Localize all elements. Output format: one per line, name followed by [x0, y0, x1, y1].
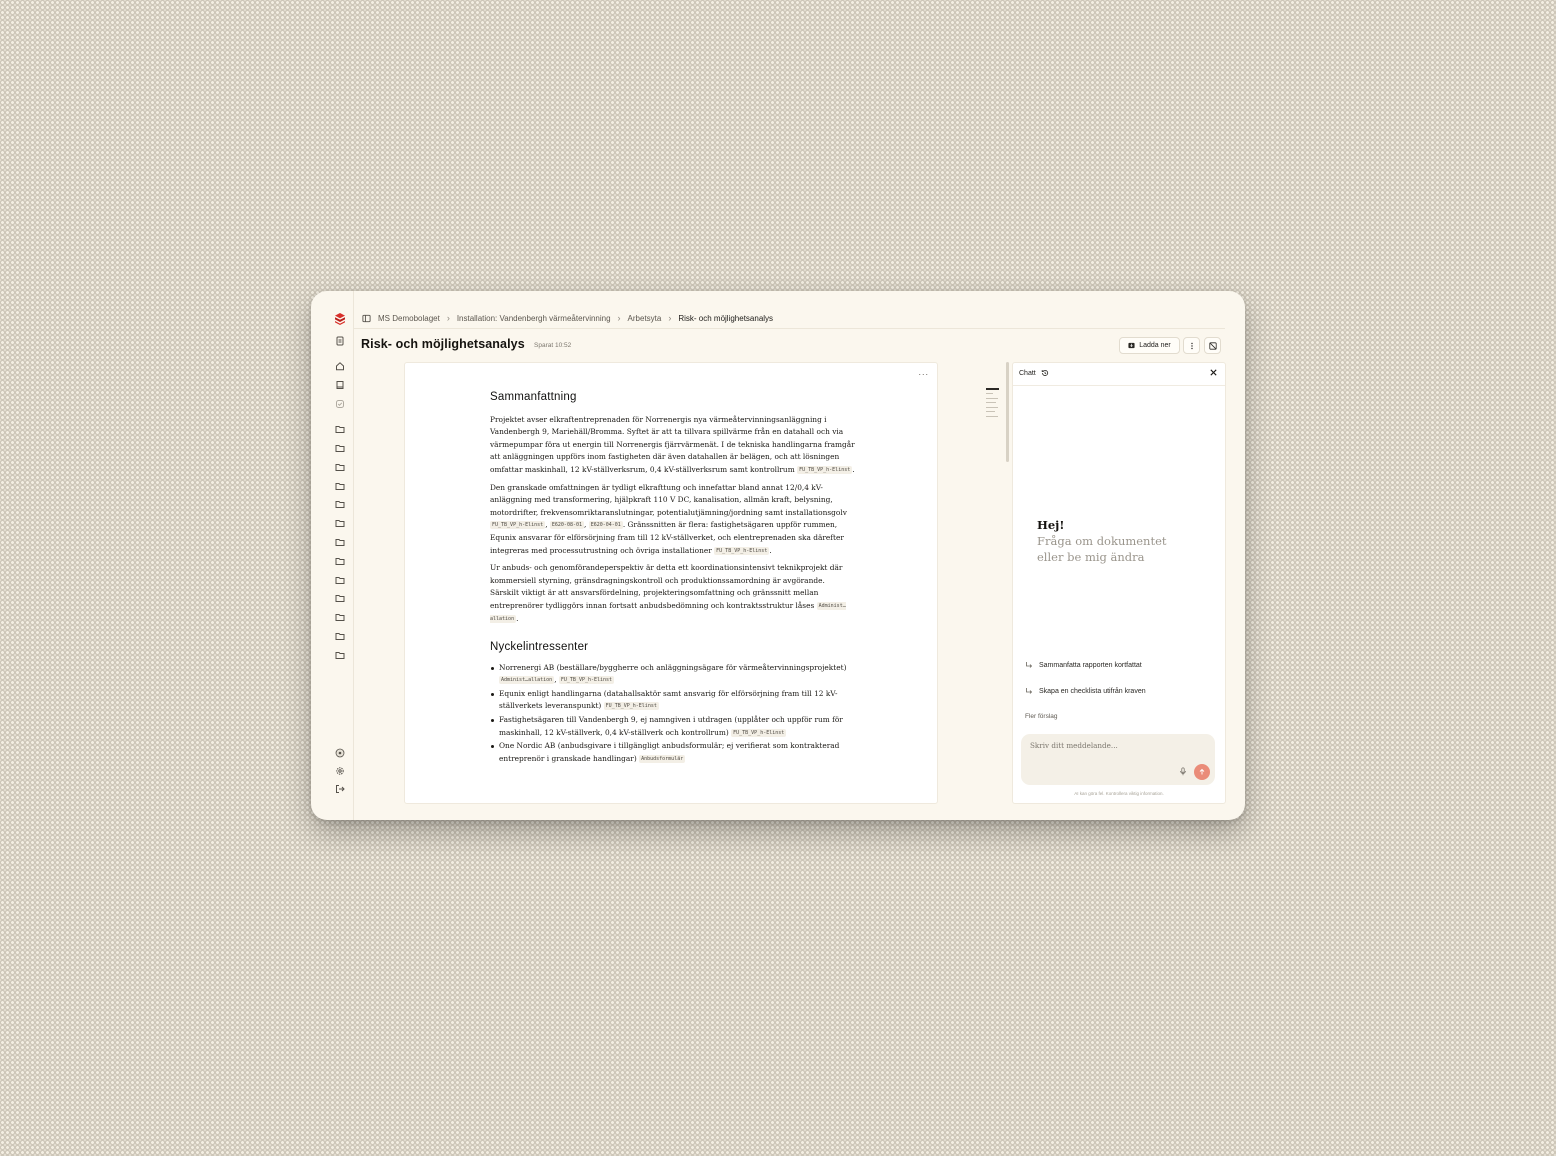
reference-chip[interactable]: Anbudsformulär — [639, 754, 686, 763]
breadcrumb-item[interactable]: Arbetsyta — [628, 314, 662, 323]
folder-icon[interactable] — [334, 611, 346, 623]
logout-icon[interactable] — [334, 783, 346, 795]
folder-icon[interactable] — [334, 517, 346, 529]
panel-hide-icon — [1208, 341, 1217, 350]
folder-icon[interactable] — [334, 630, 346, 642]
folder-icon[interactable] — [334, 461, 346, 473]
document-icon[interactable] — [334, 335, 346, 347]
list-item: Fastighetsägaren till Vandenbergh 9, ej … — [491, 714, 855, 739]
home-icon[interactable] — [334, 360, 346, 372]
list-item: Equnix enligt handlingarna (datahallsakt… — [491, 688, 855, 713]
close-icon[interactable] — [1209, 368, 1218, 377]
gear-icon[interactable] — [334, 765, 346, 777]
folder-icon[interactable] — [334, 480, 346, 492]
scrollbar[interactable] — [1006, 362, 1009, 462]
document-outline-minimap[interactable] — [986, 388, 1000, 420]
send-button[interactable] — [1194, 764, 1210, 780]
suggestion-label: Sammanfatta rapporten kortfattat — [1039, 661, 1142, 669]
folder-icon[interactable] — [334, 649, 346, 661]
header-divider — [353, 328, 1225, 329]
reply-arrow-icon — [1026, 688, 1033, 694]
folder-icon[interactable] — [334, 423, 346, 435]
reference-chip[interactable]: FU_TB_VP_h-Elinst — [558, 676, 615, 685]
chat-header: Chatt — [1019, 369, 1049, 377]
reference-chip[interactable]: FU_TB_VP_h-Elinst — [603, 702, 659, 711]
folder-icon[interactable] — [334, 592, 346, 604]
download-button[interactable]: Ladda ner — [1119, 337, 1180, 354]
breadcrumb-current: Risk- och möjlighetsanalys — [678, 313, 774, 323]
save-status: Sparat 10:52 — [534, 342, 572, 349]
greeting-title: Hej! — [1037, 518, 1065, 532]
folder-icon[interactable] — [334, 536, 346, 548]
help-icon[interactable] — [334, 747, 346, 759]
folder-icon[interactable] — [334, 442, 346, 454]
suggestion-label: Skapa en checklista utifrån kraven — [1039, 687, 1146, 695]
download-icon — [1128, 342, 1135, 349]
brand-logo-icon[interactable] — [335, 313, 345, 325]
folder-icon[interactable] — [334, 555, 346, 567]
ai-disclaimer: AI kan göra fel. Kontrollera viktig info… — [1074, 791, 1164, 796]
suggestion-item[interactable]: Skapa en checklista utifrån kraven — [1025, 687, 1146, 695]
section-heading: Nyckelintressenter — [490, 641, 589, 654]
paragraph: Ur anbuds- och genomförandeperspektiv är… — [490, 563, 846, 623]
greeting-subtitle: eller be mig ändra — [1037, 550, 1145, 564]
document-menu-button[interactable]: ... — [918, 367, 929, 377]
suggestion-item[interactable]: Sammanfatta rapporten kortfattat — [1025, 661, 1142, 669]
chat-header-divider — [1013, 385, 1225, 386]
document-content[interactable]: Sammanfattning Projektet avser elkraften… — [490, 391, 855, 766]
download-label: Ladda ner — [1139, 342, 1171, 349]
more-vertical-icon — [1190, 342, 1193, 349]
reference-chip[interactable]: FU_TB_VP_h-Elinst — [490, 521, 546, 530]
chevron-right-icon: › — [446, 313, 450, 323]
stakeholder-list: Norrenergi AB (beställare/byggherre och … — [490, 662, 855, 766]
folder-icon[interactable] — [334, 574, 346, 586]
paragraph: Den granskade omfattningen är tydligt el… — [490, 482, 847, 555]
history-icon[interactable] — [1041, 369, 1049, 377]
book-icon[interactable] — [334, 379, 346, 391]
more-options-button[interactable] — [1183, 337, 1200, 354]
reply-arrow-icon — [1026, 662, 1033, 668]
arrow-up-icon — [1199, 768, 1205, 775]
more-suggestions-link[interactable]: Fler förslag — [1025, 713, 1058, 720]
app-window: MS Demobolaget › Installation: Vandenber… — [311, 291, 1245, 820]
reference-chip[interactable]: FU_TB_VP_h-Elinst — [731, 728, 787, 737]
chevron-right-icon: › — [668, 313, 672, 323]
checklist-icon[interactable] — [334, 398, 346, 410]
reference-chip[interactable]: FU_TB_VP_h-Elinst — [797, 465, 853, 474]
breadcrumb: MS Demobolaget › Installation: Vandenber… — [362, 311, 773, 325]
chat-title: Chatt — [1019, 369, 1036, 377]
chat-input-box[interactable]: Skriv ditt meddelande... — [1021, 734, 1215, 785]
sidebar-rail — [311, 291, 354, 820]
greeting-subtitle: Fråga om dokumentet — [1037, 534, 1167, 548]
microphone-icon[interactable] — [1179, 767, 1187, 776]
chat-greeting: Hej! Fråga om dokumentet eller be mig än… — [1037, 517, 1167, 565]
breadcrumb-item[interactable]: Installation: Vandenbergh värmeåtervinni… — [457, 314, 611, 323]
page-title: Risk- och möjlighetsanalys — [361, 337, 525, 351]
paragraph: Projektet avser elkraftentreprenaden för… — [490, 414, 855, 474]
reference-chip[interactable]: Administ…allation — [499, 676, 555, 685]
chevron-right-icon: › — [617, 313, 621, 323]
breadcrumb-item[interactable]: MS Demobolaget — [378, 314, 440, 323]
chat-input-placeholder[interactable]: Skriv ditt meddelande... — [1030, 741, 1118, 750]
reference-chip[interactable]: E620-08-01 — [549, 521, 584, 530]
reference-chip[interactable]: FU_TB_VP_h-Elinst — [714, 546, 770, 555]
document-editor[interactable]: ... Sammanfattning Projektet avser elkra… — [404, 362, 938, 804]
section-heading: Sammanfattning — [490, 391, 577, 403]
sidebar-toggle-icon[interactable] — [362, 314, 371, 323]
list-item: Norrenergi AB (beställare/byggherre och … — [491, 662, 855, 687]
reference-chip[interactable]: E620-04-01 — [588, 521, 623, 530]
toggle-chat-panel-button[interactable] — [1204, 337, 1221, 354]
list-item: One Nordic AB (anbudsgivare i tillgängli… — [491, 740, 855, 765]
folder-icon[interactable] — [334, 498, 346, 510]
chat-panel: Chatt Hej! Fråga om dokumentet eller be … — [1012, 362, 1226, 804]
